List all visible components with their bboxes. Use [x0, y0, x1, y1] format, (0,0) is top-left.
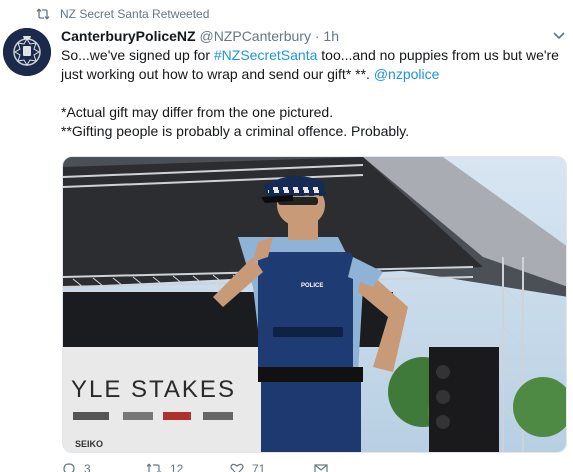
reply-count: 3 — [84, 462, 91, 472]
police-badge-icon — [3, 28, 51, 76]
retweet-button[interactable]: 12 — [146, 462, 230, 472]
tweet-header: CanterburyPoliceNZ @NZPCanterbury · 1h — [61, 27, 565, 45]
hashtag-link[interactable]: #NZSecretSanta — [214, 47, 318, 63]
retweet-action-icon — [146, 463, 162, 472]
author-handle[interactable]: @NZPCanterbury — [199, 28, 310, 44]
tweet-photo[interactable]: YLE STAKES SEIKO POLICE — [62, 156, 567, 453]
tweet-actions: 3 12 71 — [62, 462, 398, 472]
reply-button[interactable]: 3 — [62, 462, 146, 472]
retweet-count: 12 — [170, 462, 184, 472]
banner-text: YLE STAKES — [71, 376, 236, 403]
tweet-text: So...we've signed up for #NZSecretSanta … — [61, 46, 561, 141]
message-button[interactable] — [314, 462, 398, 472]
chevron-down-icon[interactable] — [549, 27, 569, 45]
reply-icon — [63, 463, 75, 472]
footnote-1: *Actual gift may differ from the one pic… — [61, 104, 334, 120]
retweet-context[interactable]: NZ Secret Santa Retweeted — [36, 7, 209, 21]
tweet-text-part: So...we've signed up for — [61, 47, 214, 63]
retweet-icon — [36, 8, 50, 20]
author-name[interactable]: CanterburyPoliceNZ — [61, 28, 196, 44]
like-count: 71 — [252, 462, 266, 472]
police-officer-photo: YLE STAKES SEIKO POLICE — [63, 157, 566, 452]
retweet-context-label: NZ Secret Santa Retweeted — [60, 7, 210, 21]
sponsor-text: SEIKO — [75, 439, 103, 449]
like-button[interactable]: 71 — [230, 462, 314, 472]
footnote-2: **Gifting people is probably a criminal … — [61, 123, 410, 139]
envelope-icon — [314, 464, 328, 472]
heart-icon — [230, 463, 244, 472]
header-separator: · — [314, 28, 320, 44]
mention-link[interactable]: @nzpolice — [374, 66, 440, 82]
tweet-timestamp[interactable]: 1h — [323, 28, 339, 44]
vest-text: POLICE — [301, 283, 323, 289]
avatar[interactable] — [3, 28, 51, 76]
tweet[interactable]: NZ Secret Santa Retweeted CanterburyPoli… — [0, 0, 573, 472]
